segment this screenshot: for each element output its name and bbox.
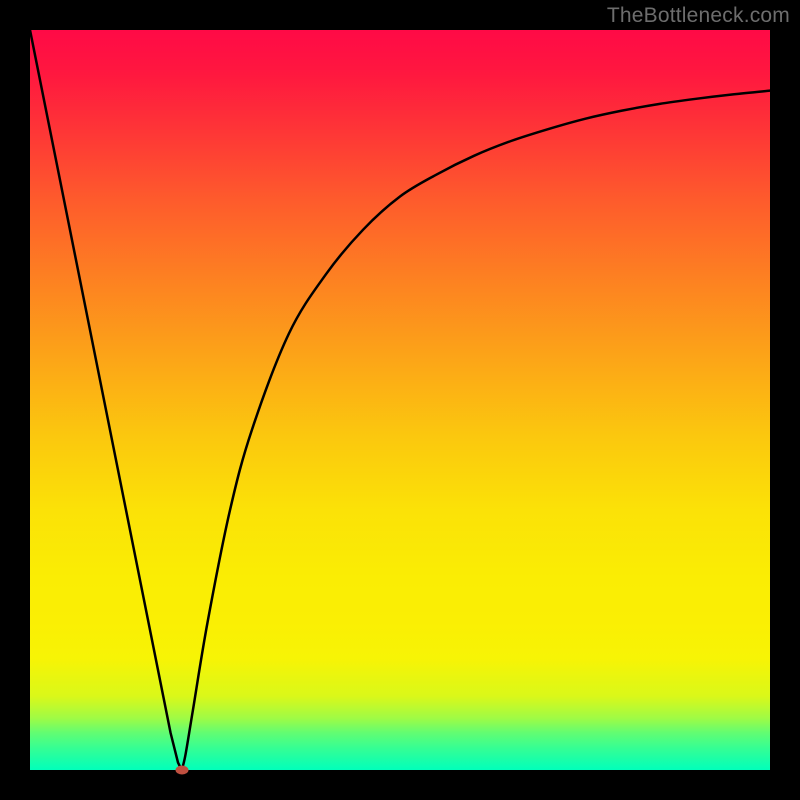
watermark-text: TheBottleneck.com [607,4,790,28]
chart-frame: TheBottleneck.com [0,0,800,800]
plot-area [30,30,770,770]
bottleneck-curve [30,30,770,770]
curve-svg [30,30,770,770]
optimum-marker [175,766,188,775]
